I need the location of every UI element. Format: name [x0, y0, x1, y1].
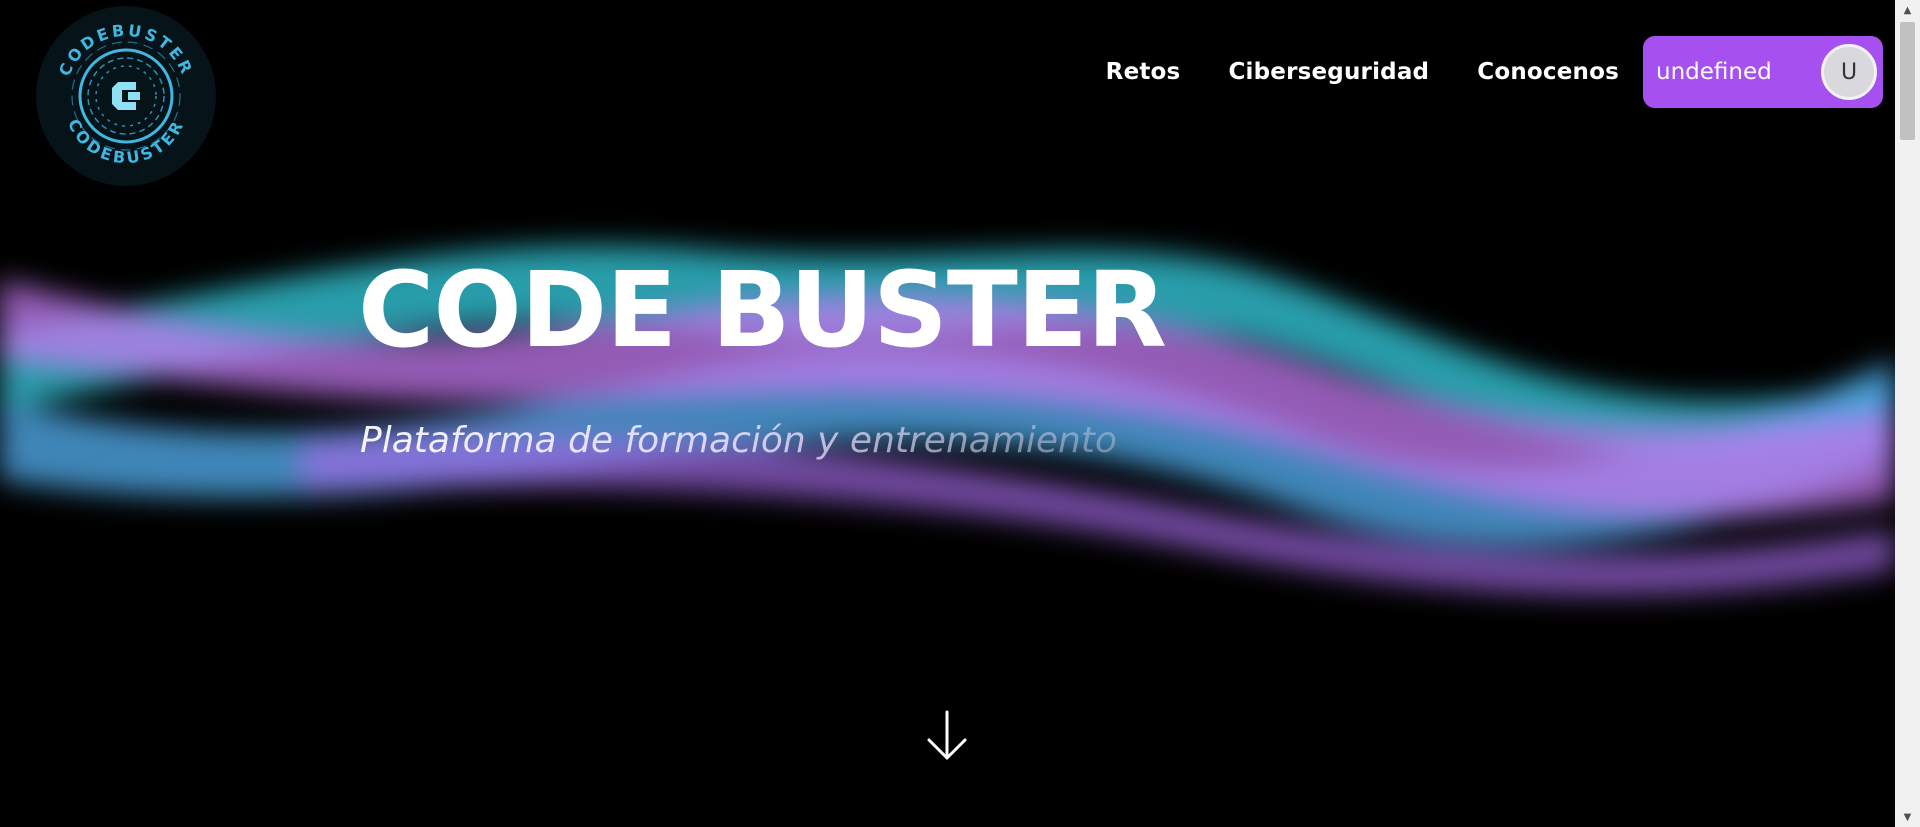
page: CODEBUSTER CODEBUSTER Retos Cibersegurid… [0, 0, 1895, 827]
user-menu-button[interactable]: undefined U [1643, 36, 1883, 108]
nav-link-ciberseguridad[interactable]: Ciberseguridad [1228, 59, 1429, 85]
nav-link-conocenos[interactable]: Conocenos [1477, 59, 1619, 85]
hero-subtitle: Plataforma de formación y entrenamiento [360, 420, 1118, 461]
avatar: U [1821, 44, 1877, 100]
main-nav: Retos Ciberseguridad Conocenos undefined… [1082, 36, 1883, 108]
site-logo[interactable]: CODEBUSTER CODEBUSTER [36, 6, 216, 186]
arrow-down-icon[interactable] [924, 708, 970, 764]
scroll-up-icon[interactable]: ▲ [1895, 0, 1920, 20]
scrollbar-thumb[interactable] [1900, 22, 1915, 140]
user-name: undefined [1656, 59, 1772, 85]
circuit-c-logo-icon: CODEBUSTER CODEBUSTER [40, 10, 212, 182]
scroll-down-icon[interactable]: ▼ [1895, 807, 1920, 827]
hero-title: CODE BUSTER [358, 249, 1167, 371]
nav-link-retos[interactable]: Retos [1106, 59, 1181, 85]
vertical-scrollbar[interactable]: ▲ ▼ [1895, 0, 1920, 827]
